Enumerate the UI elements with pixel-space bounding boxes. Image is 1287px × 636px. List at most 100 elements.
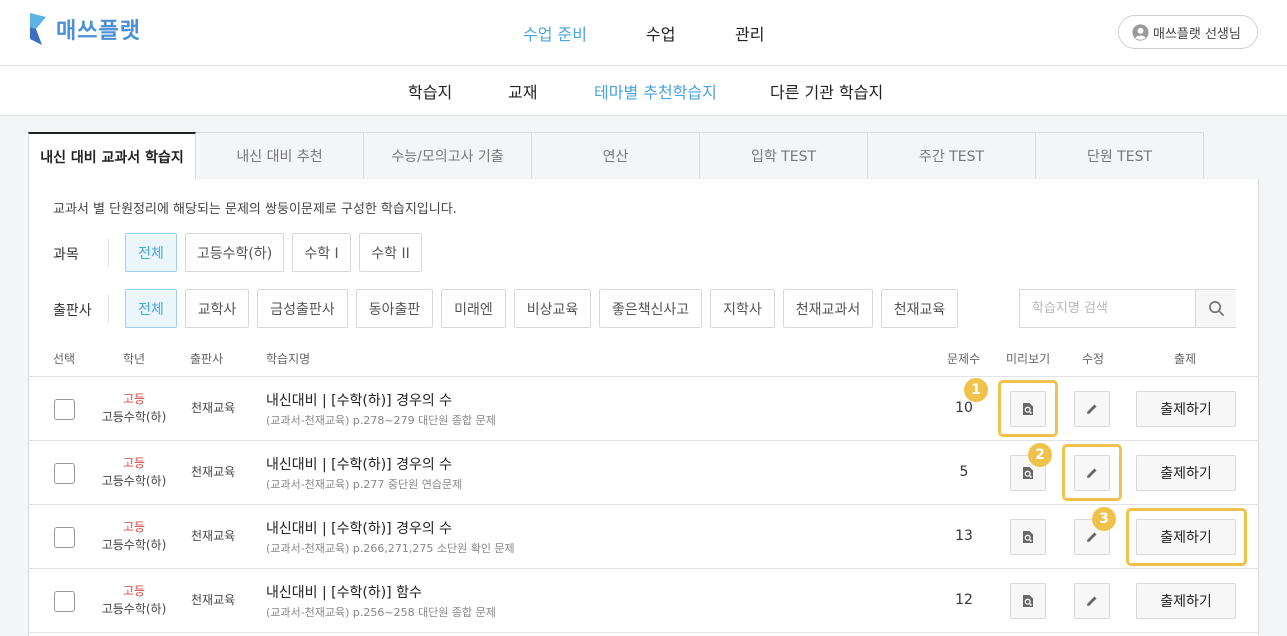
row-publisher: 천재교육 (191, 465, 236, 479)
logo[interactable]: 매쓰플랫 (28, 12, 141, 46)
search-input[interactable] (1020, 290, 1195, 327)
divider (108, 295, 109, 323)
logo-text: 매쓰플랫 (56, 19, 141, 44)
row-grade: 고등 (122, 456, 146, 470)
header-preview: 미리보기 (1006, 352, 1051, 366)
tab-entrance-test[interactable]: 입학 TEST (700, 132, 868, 180)
highlight-edit (1062, 444, 1122, 501)
tab-csat-mock[interactable]: 수능/모의고사 기출 (364, 132, 532, 180)
header-publisher: 출판사 (190, 352, 224, 366)
category-tabs: 내신 대비 교과서 학습지 내신 대비 추천 수능/모의고사 기출 연산 입학 … (28, 132, 1204, 180)
worksheet-search (1019, 289, 1236, 328)
highlight-issue (1126, 508, 1247, 566)
table-row: 고등 고등수학(하) 천재교육 내신대비 | [수학(하)] 경우의 수 (교과… (29, 505, 1259, 569)
user-menu-button[interactable]: 매쓰플랫 선생님 (1118, 15, 1258, 49)
pencil-icon (1087, 532, 1097, 542)
table-row: 고등 고등수학(하) 천재교육 내신대비 | [수학(하)] 경우의 수 (교과… (29, 377, 1259, 441)
tab-unit-test[interactable]: 단원 TEST (1036, 132, 1204, 180)
top-nav-class-prep[interactable]: 수업 준비 (523, 21, 587, 45)
sub-navigation-bar: 학습지 교재 테마별 추천학습지 다른 기관 학습지 (0, 66, 1287, 116)
row-grade: 고등 (122, 520, 146, 534)
pencil-icon (1087, 596, 1097, 606)
publisher-chip-miraen[interactable]: 미래엔 (441, 289, 506, 328)
row-count: 13 (955, 528, 973, 544)
issue-button[interactable]: 출제하기 (1136, 391, 1236, 427)
publisher-chip-visang[interactable]: 비상교육 (514, 289, 591, 328)
callout-badge-1: 1 (964, 378, 988, 402)
publisher-chip-jihak[interactable]: 지학사 (710, 289, 775, 328)
search-button[interactable] (1195, 290, 1236, 327)
row-publisher: 천재교육 (191, 529, 236, 543)
highlight-preview (998, 380, 1058, 437)
row-count: 12 (955, 592, 973, 608)
header-select: 선택 (53, 352, 76, 366)
row-publisher: 천재교육 (191, 593, 236, 607)
header-name: 학습지명 (266, 352, 311, 366)
row-title[interactable]: 내신대비 | [수학(하)] 경우의 수 (266, 454, 452, 474)
publisher-chip-all[interactable]: 전체 (125, 289, 177, 328)
row-source: (교과서-천재교육) p.266,271,275 소단원 확인 문제 (266, 542, 515, 555)
edit-button[interactable] (1074, 391, 1110, 427)
sub-nav-other-institution[interactable]: 다른 기관 학습지 (770, 79, 883, 103)
header-edit: 수정 (1082, 352, 1105, 366)
tab-weekly-test[interactable]: 주간 TEST (868, 132, 1036, 180)
publisher-chip-donga[interactable]: 동아출판 (356, 289, 433, 328)
publisher-chip-chunjae-textbook[interactable]: 천재교과서 (783, 289, 873, 328)
callout-badge-2: 2 (1028, 443, 1052, 467)
preview-button[interactable] (1010, 519, 1046, 555)
row-title[interactable]: 내신대비 | [수학(하)] 함수 (266, 582, 422, 602)
pencil-icon (1087, 404, 1097, 414)
callout-badge-3: 3 (1092, 507, 1116, 531)
row-checkbox[interactable] (54, 527, 75, 548)
subject-chip-all[interactable]: 전체 (125, 233, 177, 272)
tab-school-textbook[interactable]: 내신 대비 교과서 학습지 (28, 132, 196, 180)
search-icon (1208, 301, 1224, 316)
sub-nav-theme-worksheet[interactable]: 테마별 추천학습지 (594, 79, 717, 103)
row-count: 10 (955, 400, 973, 416)
row-subject: 고등수학(하) (101, 602, 167, 616)
subject-filter-label: 과목 (53, 247, 79, 263)
preview-icon (1023, 467, 1033, 479)
top-navigation-bar: 매쓰플랫 수업 준비 수업 관리 매쓰플랫 선생님 (0, 0, 1287, 66)
tab-school-recommend[interactable]: 내신 대비 추천 (196, 132, 364, 180)
row-publisher: 천재교육 (191, 401, 236, 415)
row-grade: 고등 (122, 392, 146, 406)
row-subject: 고등수학(하) (101, 538, 167, 552)
row-title[interactable]: 내신대비 | [수학(하)] 경우의 수 (266, 518, 452, 538)
subject-chip-math-1[interactable]: 수학 I (292, 233, 351, 272)
row-count: 5 (959, 464, 969, 480)
subject-chip-math-2[interactable]: 수학 II (359, 233, 422, 272)
preview-icon (1023, 595, 1033, 607)
row-subject: 고등수학(하) (101, 410, 167, 424)
top-nav-manage[interactable]: 관리 (735, 21, 764, 45)
header-grade: 학년 (123, 352, 146, 366)
publisher-chip-chunjae-edu[interactable]: 천재교육 (881, 289, 958, 328)
top-nav-class[interactable]: 수업 (646, 21, 675, 45)
row-checkbox[interactable] (54, 591, 75, 612)
divider (108, 239, 109, 267)
preview-icon (1023, 531, 1033, 543)
sub-nav-textbook[interactable]: 교재 (508, 79, 537, 103)
preview-button[interactable] (1010, 583, 1046, 619)
row-source: (교과서-천재교육) p.256~258 대단원 종합 문제 (266, 606, 496, 619)
sub-nav-worksheet[interactable]: 학습지 (408, 79, 452, 103)
logo-icon (30, 13, 46, 45)
row-title[interactable]: 내신대비 | [수학(하)] 경우의 수 (266, 390, 452, 410)
tab-description: 교과서 별 단원정리에 해당되는 문제의 쌍둥이문제로 구성한 학습지입니다. (53, 202, 457, 217)
row-grade: 고등 (122, 584, 146, 598)
row-checkbox[interactable] (54, 463, 75, 484)
publisher-chip-sinsago[interactable]: 좋은책신사고 (599, 289, 702, 328)
subject-chip-high-math-2[interactable]: 고등수학(하) (185, 233, 284, 272)
publisher-filter-label: 출판사 (53, 303, 92, 319)
row-source: (교과서-천재교육) p.278~279 대단원 종합 문제 (266, 414, 496, 427)
edit-button[interactable] (1074, 583, 1110, 619)
issue-button[interactable]: 출제하기 (1136, 583, 1236, 619)
publisher-chip-kumsung[interactable]: 금성출판사 (257, 289, 348, 328)
issue-button[interactable]: 출제하기 (1136, 455, 1236, 491)
row-checkbox[interactable] (54, 399, 75, 420)
user-name: 매쓰플랫 선생님 (1153, 26, 1241, 42)
publisher-chip-kyohak[interactable]: 교학사 (185, 289, 249, 328)
user-avatar-icon (1132, 23, 1149, 41)
table-row: 고등 고등수학(하) 천재교육 내신대비 | [수학(하)] 함수 (교과서-천… (29, 569, 1259, 633)
tab-arithmetic[interactable]: 연산 (532, 132, 700, 180)
